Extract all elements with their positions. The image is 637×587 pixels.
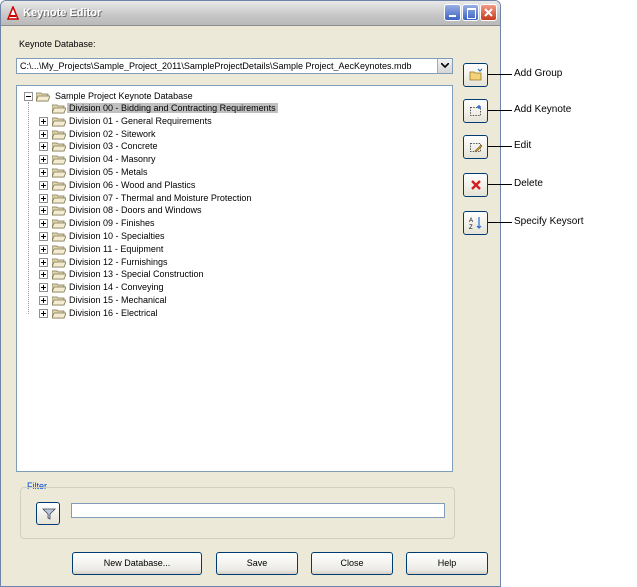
folder-icon: [52, 283, 66, 293]
folder-icon: [52, 219, 66, 229]
folder-icon: [52, 142, 66, 152]
tree-item-label: Division 13 - Special Construction: [69, 269, 204, 280]
folder-icon: [52, 270, 66, 280]
folder-icon: [52, 104, 66, 114]
close-window-button[interactable]: [480, 4, 497, 21]
filter-input[interactable]: [71, 503, 445, 518]
callout-line: [488, 184, 512, 185]
keynote-tree[interactable]: Sample Project Keynote Database Division…: [16, 85, 453, 472]
expand-icon[interactable]: [39, 296, 48, 305]
folder-icon: [52, 296, 66, 306]
add-folder-icon: [469, 68, 483, 81]
callout-specify-keysort: Specify Keysort: [514, 216, 584, 227]
expand-icon[interactable]: [39, 168, 48, 177]
delete-icon: [471, 180, 481, 190]
tree-item-label: Division 03 - Concrete: [69, 141, 158, 152]
expand-icon[interactable]: [39, 219, 48, 229]
funnel-icon: [42, 508, 56, 520]
sort-az-icon: A Z: [469, 217, 482, 230]
expand-icon[interactable]: [39, 283, 48, 293]
tree-item-label: Division 16 - Electrical: [69, 307, 158, 318]
folder-icon: [52, 206, 66, 216]
tree-item-label: Division 00 - Bidding and Contracting Re…: [67, 103, 278, 113]
folder-icon: [52, 309, 66, 319]
expand-icon[interactable]: [39, 193, 48, 203]
expand-icon[interactable]: [39, 270, 48, 280]
close-icon: [484, 8, 493, 17]
expand-icon[interactable]: [39, 257, 48, 267]
svg-text:Z: Z: [469, 225, 473, 230]
maximize-button[interactable]: [462, 4, 479, 21]
tree-item-label: Division 11 - Equipment: [69, 243, 164, 254]
chevron-down-icon: [441, 63, 449, 69]
folder-icon: [52, 258, 66, 267]
specify-keysort-button[interactable]: A Z: [463, 211, 488, 235]
callout-add-group: Add Group: [514, 68, 563, 79]
svg-text:A: A: [469, 218, 473, 224]
filter-button[interactable]: [36, 502, 60, 525]
close-button[interactable]: Close: [311, 552, 393, 575]
keynote-database-label: Keynote Database:: [19, 39, 96, 49]
add-group-button[interactable]: [463, 63, 488, 87]
tree-item-label: Division 07 - Thermal and Moisture Prote…: [69, 192, 252, 203]
tree-guide-line: [28, 102, 29, 314]
add-keynote-icon: [470, 105, 481, 116]
callout-add-keynote: Add Keynote: [514, 104, 572, 115]
tree-item-label: Division 14 - Conveying: [69, 282, 164, 293]
tree-item-label: Division 15 - Mechanical: [69, 295, 167, 305]
minimize-button[interactable]: [444, 4, 461, 21]
callout-line: [488, 74, 512, 75]
tree-item-label: Division 12 - Furnishings: [69, 256, 168, 267]
help-button[interactable]: Help: [406, 552, 488, 575]
tree-item-label: Division 09 - Finishes: [69, 218, 155, 229]
window-title: Keynote Editor: [23, 7, 102, 19]
expand-icon[interactable]: [39, 155, 48, 165]
tree-item-label: Division 02 - Sitework: [69, 128, 156, 139]
keynote-database-path: C:\...\My_Projects\Sample_Project_2011\S…: [20, 61, 412, 71]
tree-item-label: Division 04 - Masonry: [69, 154, 156, 165]
expand-icon[interactable]: [39, 129, 48, 139]
expand-icon[interactable]: [39, 244, 48, 254]
expand-icon[interactable]: [39, 206, 48, 216]
expand-icon[interactable]: [39, 180, 48, 190]
callout-edit: Edit: [514, 140, 532, 151]
folder-icon: [52, 117, 66, 127]
keynote-editor-window: Keynote Editor Keynote Database: C:\...\…: [0, 0, 501, 587]
callout-line: [488, 146, 512, 147]
keynote-database-select[interactable]: C:\...\My_Projects\Sample_Project_2011\S…: [16, 58, 453, 74]
callout-line: [488, 222, 512, 223]
tree-item-label: Division 01 - General Requirements: [69, 115, 212, 126]
folder-open-icon: [36, 92, 50, 102]
title-bar[interactable]: Keynote Editor: [1, 1, 500, 26]
edit-icon: [470, 143, 483, 153]
collapse-icon[interactable]: [24, 92, 33, 101]
tree-item-label: Division 05 - Metals: [69, 167, 148, 177]
callout-delete: Delete: [514, 178, 543, 189]
folder-icon: [52, 245, 66, 255]
tree-item-label: Division 08 - Doors and Windows: [69, 205, 202, 216]
callout-line: [488, 110, 512, 111]
add-keynote-button[interactable]: [463, 99, 488, 123]
app-icon: [6, 6, 20, 20]
tree-root-label: Sample Project Keynote Database: [55, 91, 193, 101]
edit-button[interactable]: [463, 135, 488, 159]
folder-icon: [52, 232, 66, 242]
new-database-button[interactable]: New Database...: [72, 552, 202, 575]
folder-icon: [52, 181, 66, 191]
folder-icon: [52, 155, 66, 165]
folder-icon: [52, 168, 66, 178]
folder-icon: [52, 130, 66, 139]
folder-icon: [52, 194, 66, 203]
tree-item-label: Division 10 - Specialties: [69, 231, 165, 241]
dropdown-button[interactable]: [437, 59, 452, 73]
expand-icon[interactable]: [39, 142, 48, 152]
save-button[interactable]: Save: [216, 552, 298, 575]
tree-item-label: Division 06 - Wood and Plastics: [69, 179, 196, 190]
expand-icon[interactable]: [39, 308, 48, 318]
expand-icon[interactable]: [39, 232, 48, 241]
delete-button[interactable]: [463, 173, 488, 197]
expand-icon[interactable]: [39, 116, 48, 126]
